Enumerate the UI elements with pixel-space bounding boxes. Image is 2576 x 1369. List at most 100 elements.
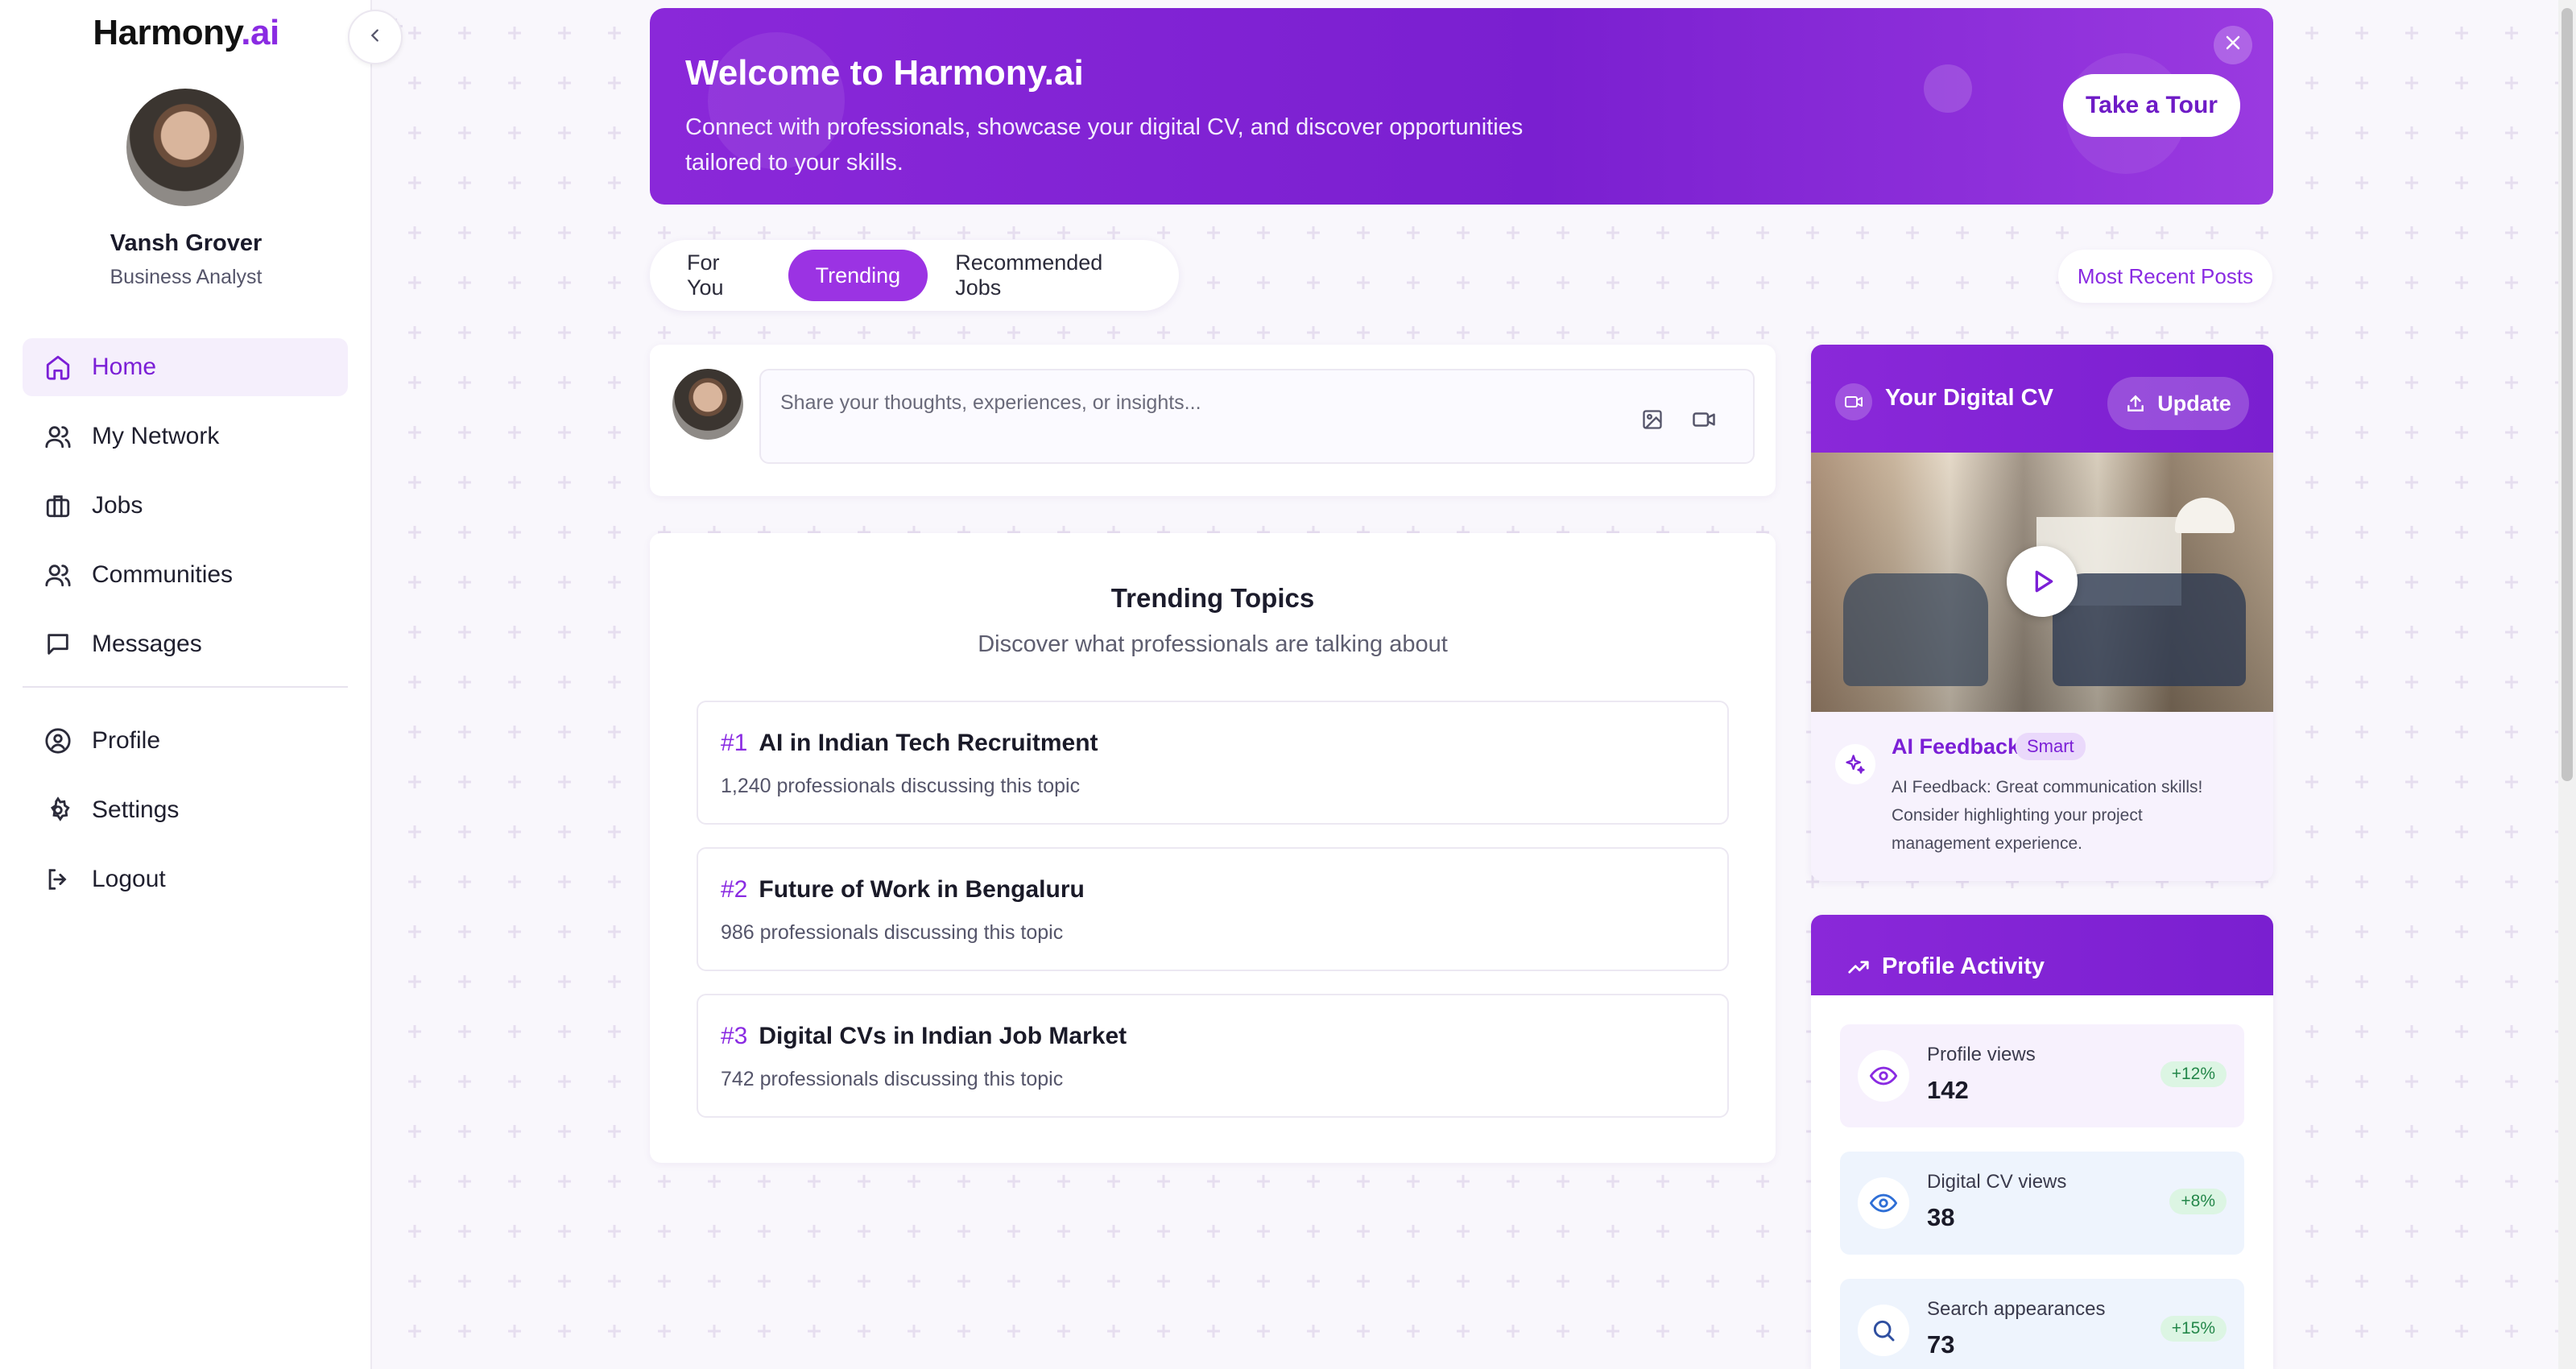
sidebar-item-label: Settings xyxy=(92,796,180,823)
collapse-sidebar-button[interactable] xyxy=(348,10,403,64)
scrollbar[interactable] xyxy=(2558,0,2576,1369)
topic-count: 986 professionals discussing this topic xyxy=(721,921,1064,944)
users-icon xyxy=(43,422,72,451)
post-input[interactable]: Share your thoughts, experiences, or ins… xyxy=(759,369,1755,464)
close-icon xyxy=(2223,31,2243,59)
eye-icon xyxy=(1858,1177,1909,1229)
welcome-banner: Welcome to Harmony.ai Connect with profe… xyxy=(650,8,2273,205)
trending-topics-card: Trending Topics Discover what profession… xyxy=(650,533,1776,1163)
sidebar-item-jobs[interactable]: Jobs xyxy=(23,477,348,535)
tab-for-you[interactable]: For You xyxy=(660,250,788,301)
sidebar-item-label: Profile xyxy=(92,727,161,754)
post-composer: Share your thoughts, experiences, or ins… xyxy=(650,345,1776,496)
topic-rank: #3 xyxy=(721,1023,748,1049)
sidebar-nav: Home My Network Jobs Communities Message… xyxy=(23,338,348,920)
topic-item[interactable]: #3 Digital CVs in Indian Job Market 742 p… xyxy=(697,994,1729,1118)
update-cv-button[interactable]: Update xyxy=(2107,377,2249,430)
stat-label: Digital CV views xyxy=(1927,1171,2067,1193)
stat-value: 142 xyxy=(1927,1076,1969,1104)
topic-rank: #2 xyxy=(721,876,748,903)
sidebar-item-label: Messages xyxy=(92,631,202,657)
avatar[interactable] xyxy=(126,89,244,206)
ai-feedback: AI Feedback Smart AI Feedback: Great com… xyxy=(1811,712,2273,881)
ai-feedback-text: AI Feedback: Great communication skills!… xyxy=(1892,778,2203,853)
message-square-icon xyxy=(43,630,72,659)
topic-item[interactable]: #1 AI in Indian Tech Recruitment 1,240 pr… xyxy=(697,701,1729,825)
sidebar-item-messages[interactable]: Messages xyxy=(23,615,348,673)
tab-trending[interactable]: Trending xyxy=(788,250,928,301)
sidebar-item-label: Home xyxy=(92,354,157,380)
image-icon[interactable] xyxy=(1639,406,1666,433)
sidebar-item-home[interactable]: Home xyxy=(23,338,348,396)
stat-cv-views[interactable]: Digital CV views 38 +8% xyxy=(1840,1152,2244,1255)
sidebar-item-settings[interactable]: Settings xyxy=(23,781,348,839)
sparkle-icon xyxy=(1835,744,1875,784)
stat-delta: +12% xyxy=(2160,1061,2227,1087)
trending-subtitle: Discover what professionals are talking … xyxy=(978,631,1448,657)
stat-delta: +8% xyxy=(2169,1189,2227,1214)
update-label: Update xyxy=(2157,391,2231,416)
video-scene xyxy=(2175,498,2235,533)
eye-icon xyxy=(1858,1050,1909,1102)
digital-cv-card: Your Digital CV Update AI Feedback Smart… xyxy=(1811,345,2273,881)
cv-video-thumbnail[interactable] xyxy=(1811,453,2273,712)
profile-activity-header: Profile Activity xyxy=(1811,915,2273,995)
video-scene xyxy=(2053,573,2246,686)
user-circle-icon xyxy=(43,726,72,755)
topic-title: AI in Indian Tech Recruitment xyxy=(759,730,1098,756)
tab-recommended-jobs[interactable]: Recommended Jobs xyxy=(928,250,1179,301)
upload-icon xyxy=(2125,393,2146,414)
play-icon xyxy=(2026,565,2058,598)
logout-icon xyxy=(43,865,72,894)
sidebar-item-logout[interactable]: Logout xyxy=(23,850,348,908)
stat-search-appearances[interactable]: Search appearances 73 +15% xyxy=(1840,1279,2244,1369)
banner-text: Connect with professionals, showcase you… xyxy=(685,114,1524,176)
stat-delta: +15% xyxy=(2160,1316,2227,1342)
feed-tabs: For You Trending Recommended Jobs xyxy=(650,240,1179,311)
sidebar-item-label: My Network xyxy=(92,423,220,449)
video-icon[interactable] xyxy=(1690,406,1718,433)
topic-rank: #1 xyxy=(721,730,748,756)
stat-label: Profile views xyxy=(1927,1044,2036,1065)
sidebar-item-my-network[interactable]: My Network xyxy=(23,407,348,465)
sidebar-item-profile[interactable]: Profile xyxy=(23,712,348,770)
digital-cv-title: Your Digital CV xyxy=(1885,385,2053,411)
profile-activity-title: Profile Activity xyxy=(1882,953,2045,979)
home-icon xyxy=(43,353,72,382)
profile-activity-card: Profile Activity Profile views 142 +12% … xyxy=(1811,915,2273,1369)
sidebar-item-label: Communities xyxy=(92,561,234,588)
banner-title: Welcome to Harmony.ai xyxy=(685,53,1084,93)
digital-cv-header: Your Digital CV Update xyxy=(1811,345,2273,453)
briefcase-icon xyxy=(43,491,72,520)
nav-divider xyxy=(23,686,348,688)
sidebar-item-label: Logout xyxy=(92,866,166,892)
take-tour-button[interactable]: Take a Tour xyxy=(2063,74,2240,137)
smart-badge: Smart xyxy=(2016,733,2086,760)
video-scene xyxy=(1843,573,1988,686)
users-icon xyxy=(43,560,72,589)
sidebar-item-communities[interactable]: Communities xyxy=(23,546,348,604)
stat-value: 38 xyxy=(1927,1203,1955,1231)
topic-item[interactable]: #2 Future of Work in Bengaluru 986 profes… xyxy=(697,847,1729,971)
brand-logo[interactable]: Harmony.ai xyxy=(0,13,372,53)
topic-title: Digital CVs in Indian Job Market xyxy=(759,1023,1127,1049)
stat-label: Search appearances xyxy=(1927,1298,2106,1320)
stat-profile-views[interactable]: Profile views 142 +12% xyxy=(1840,1024,2244,1127)
scrollbar-thumb[interactable] xyxy=(2562,8,2573,781)
topic-count: 742 professionals discussing this topic xyxy=(721,1068,1064,1090)
gear-icon xyxy=(43,796,72,825)
chevron-left-icon xyxy=(366,23,384,51)
close-banner-button[interactable] xyxy=(2214,26,2252,64)
ai-feedback-label: AI Feedback xyxy=(1892,734,2020,759)
avatar xyxy=(672,369,743,440)
video-icon xyxy=(1835,383,1872,420)
play-button[interactable] xyxy=(2007,546,2078,617)
topic-title: Future of Work in Bengaluru xyxy=(759,876,1085,903)
user-name: Vansh Grover xyxy=(110,230,263,256)
decor-circle xyxy=(1924,64,1972,113)
sidebar-item-label: Jobs xyxy=(92,492,143,519)
most-recent-posts-button[interactable]: Most Recent Posts xyxy=(2058,250,2272,303)
trending-up-icon xyxy=(1846,955,1871,979)
trending-title: Trending Topics xyxy=(1110,583,1315,613)
search-icon xyxy=(1858,1305,1909,1356)
